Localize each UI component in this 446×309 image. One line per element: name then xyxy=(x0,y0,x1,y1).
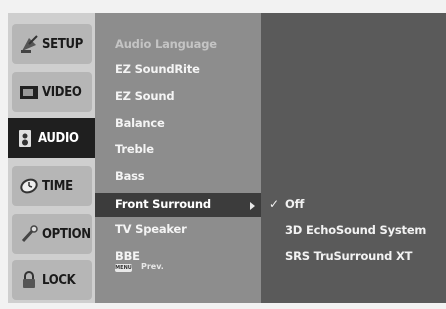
front-surround-options: ✓ Off 3D EchoSound System SRS TruSurroun… xyxy=(261,13,446,303)
menu-item-balance[interactable]: Balance xyxy=(115,116,165,130)
menu-item-tv-speaker[interactable]: TV Speaker xyxy=(115,222,187,236)
option-3d-echosound[interactable]: 3D EchoSound System xyxy=(285,223,426,237)
padlock-icon xyxy=(18,269,40,291)
menu-key-badge: MENU xyxy=(115,264,132,272)
menu-item-bass[interactable]: Bass xyxy=(115,169,145,183)
clock-icon xyxy=(18,175,40,197)
menu-item-front-surround[interactable]: Front Surround xyxy=(115,197,211,211)
tab-label: SETUP xyxy=(42,36,83,52)
tab-setup[interactable]: SETUP xyxy=(12,24,92,64)
menu-item-audio-language: Audio Language xyxy=(115,37,217,51)
tab-label: OPTION xyxy=(42,226,91,242)
speaker-icon xyxy=(14,127,36,149)
submenu-arrow-icon xyxy=(250,202,255,210)
tab-label: VIDEO xyxy=(42,84,82,100)
tab-label: AUDIO xyxy=(38,130,79,146)
option-off[interactable]: Off xyxy=(285,197,304,211)
category-sidebar: SETUP VIDEO AUDIO TIME OPTION LOCK xyxy=(8,13,96,303)
tab-lock[interactable]: LOCK xyxy=(12,260,92,300)
menu-item-ez-sound[interactable]: EZ Sound xyxy=(115,89,175,103)
satellite-dish-icon xyxy=(18,33,40,55)
tab-label: TIME xyxy=(42,178,73,194)
check-icon: ✓ xyxy=(269,197,280,211)
tab-time[interactable]: TIME xyxy=(12,166,92,206)
tab-option[interactable]: OPTION xyxy=(12,214,92,254)
tab-video[interactable]: VIDEO xyxy=(12,72,92,112)
menu-item-bbe[interactable]: BBE xyxy=(115,249,140,263)
menu-item-ez-soundrite[interactable]: EZ SoundRite xyxy=(115,62,200,76)
screen-icon xyxy=(18,81,40,103)
option-srs-trusurround[interactable]: SRS TruSurround XT xyxy=(285,249,412,263)
tab-label: LOCK xyxy=(42,272,76,288)
wrench-icon xyxy=(18,223,40,245)
prev-hint: Prev. xyxy=(141,262,164,271)
audio-submenu: Audio Language EZ SoundRite EZ Sound Bal… xyxy=(95,13,261,303)
tab-audio[interactable]: AUDIO xyxy=(8,118,96,158)
menu-item-treble[interactable]: Treble xyxy=(115,142,154,156)
